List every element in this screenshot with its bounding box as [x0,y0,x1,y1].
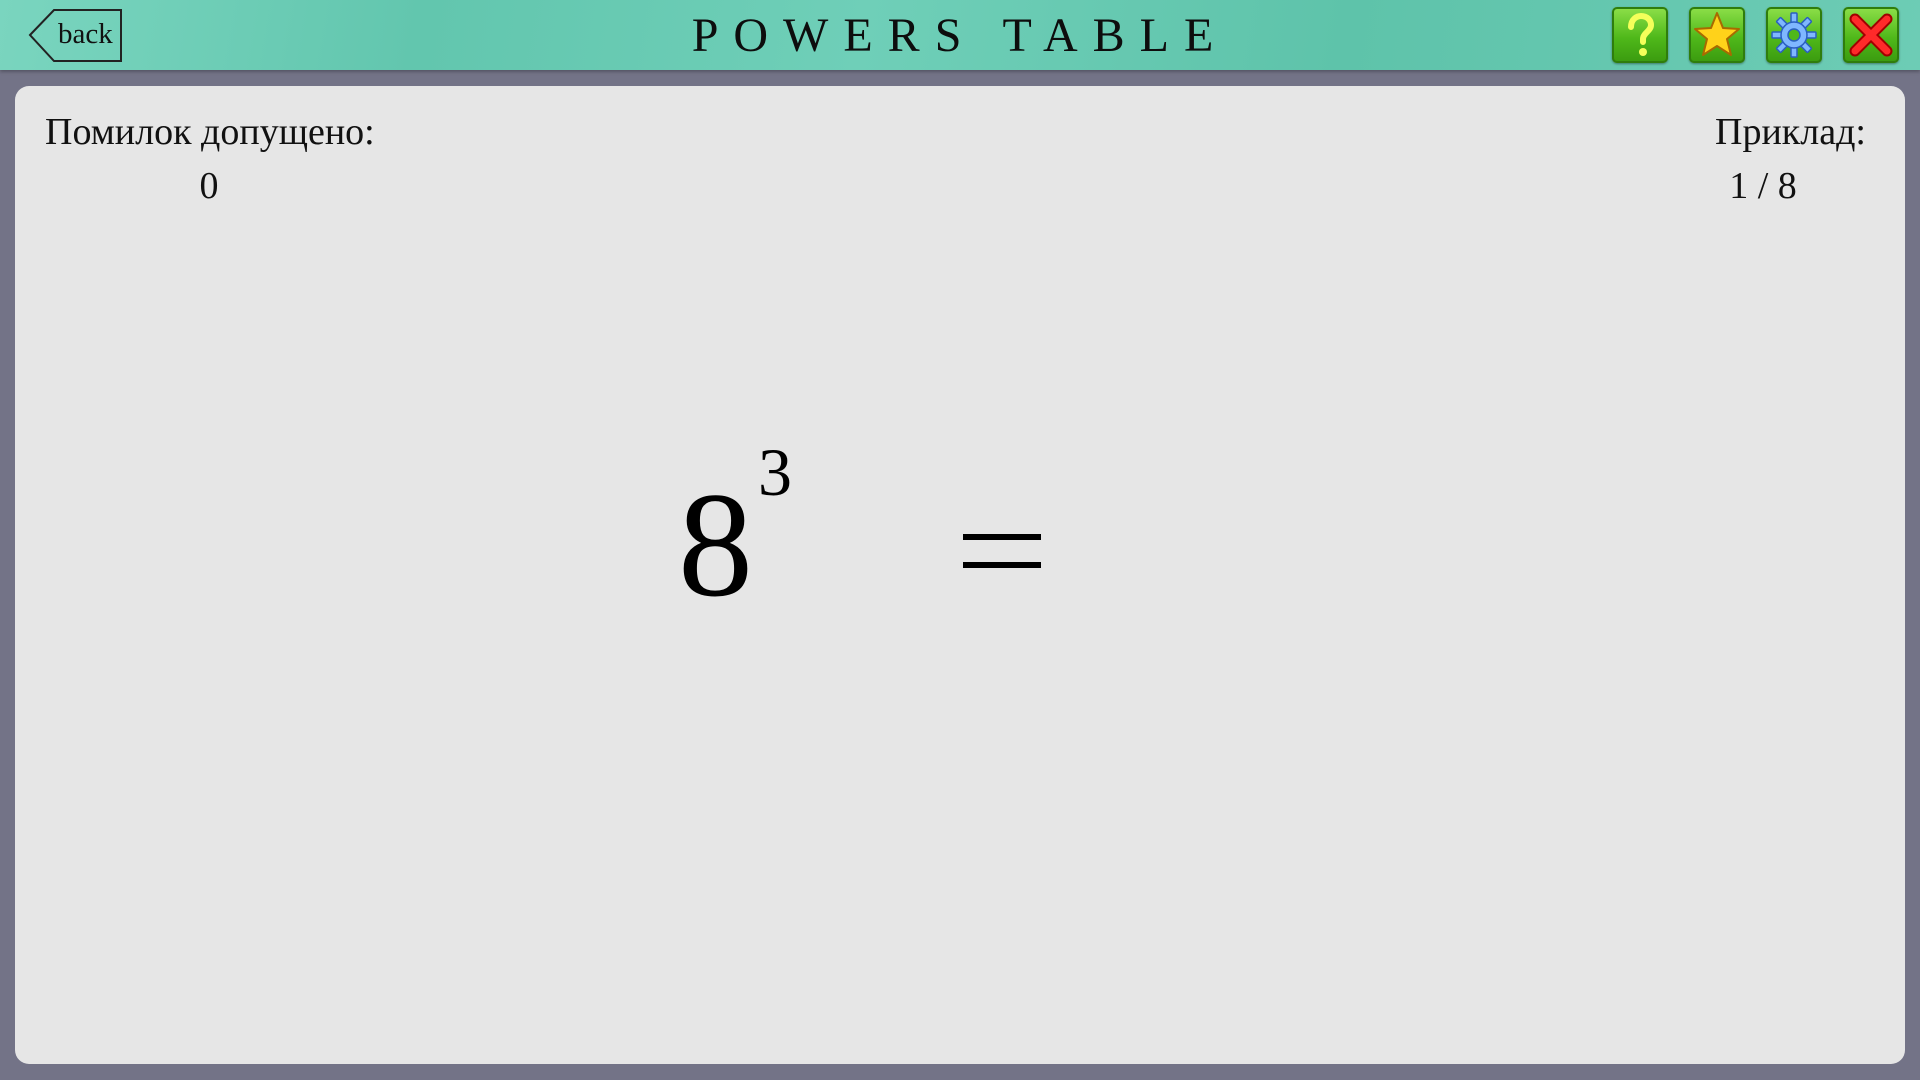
close-button[interactable] [1843,7,1899,63]
question-icon [1628,12,1655,56]
mistakes-count: 0 [199,165,219,207]
equals-bar-bottom [963,562,1041,568]
star-icon [1694,12,1740,56]
equals-bar-top [963,534,1041,540]
help-button[interactable] [1612,7,1668,63]
example-label: Приклад: [1715,111,1866,153]
power-exponent: 3 [758,434,792,510]
close-icon [1849,13,1893,57]
power-base: 8 [678,462,753,628]
example-counter: 1 / 8 [1729,165,1797,207]
settings-button[interactable] [1766,7,1822,63]
favorite-button[interactable] [1689,7,1745,63]
exercise-panel [15,86,1905,1064]
equals-sign [963,534,1041,568]
gear-icon [1771,12,1817,58]
header-bar: back POWERS TABLE [0,0,1920,70]
mistakes-label: Помилок допущено: [45,111,375,153]
